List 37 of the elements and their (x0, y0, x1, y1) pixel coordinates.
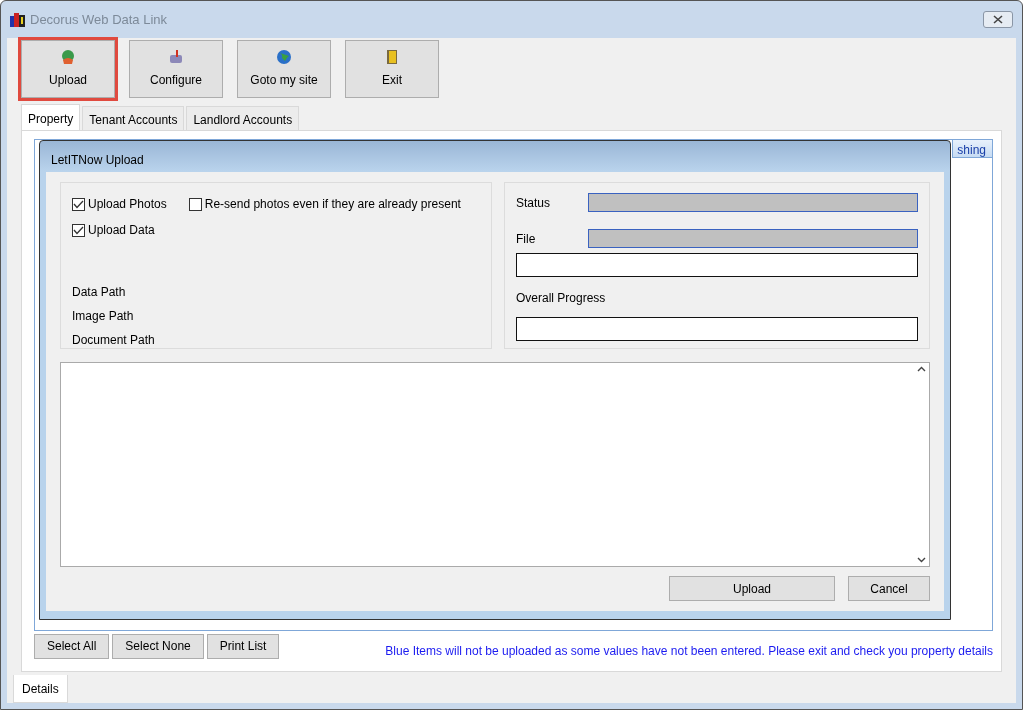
path-label: Document Path (72, 332, 155, 349)
column-header[interactable]: shing (952, 140, 992, 158)
scroll-down-icon[interactable] (916, 557, 926, 563)
scroll-up-icon[interactable] (916, 366, 926, 372)
tab[interactable]: Property (21, 104, 81, 130)
tab[interactable]: Landlord Accounts (186, 106, 300, 130)
toolbar-button[interactable]: Configure (129, 40, 223, 98)
path-label: Image Path (72, 308, 134, 325)
mailbox-icon (168, 49, 184, 65)
check-icon (73, 199, 84, 209)
dialog-button[interactable]: Upload (669, 576, 835, 601)
toolbar-button[interactable]: Upload (21, 40, 115, 98)
app-icon (10, 12, 26, 28)
globe-icon (276, 49, 292, 65)
checkbox[interactable]: Upload Photos (72, 195, 167, 213)
toolbar-button[interactable]: Goto my site (237, 40, 331, 98)
checkbox[interactable]: Upload Data (72, 221, 155, 239)
dialog-title: LetITNow Upload (50, 152, 145, 169)
window-title: Decorus Web Data Link (30, 10, 168, 29)
door-icon (385, 49, 399, 65)
check-icon (73, 225, 84, 235)
list-button[interactable]: Select All (34, 633, 110, 659)
notice-text: Blue Items will not be uploaded as some values have not been entered. Please exit and check you property details (385, 643, 993, 660)
path-label: Data Path (72, 284, 126, 301)
tab[interactable]: Details (13, 675, 68, 703)
list-button[interactable]: Select None (112, 633, 204, 659)
dialog-button[interactable]: Cancel (848, 576, 930, 601)
globe-icon (60, 49, 76, 65)
checkbox[interactable]: Re-send photos even if they are already present (188, 195, 461, 213)
field-label: Overall Progress (516, 290, 606, 307)
toolbar-button[interactable]: Exit (345, 40, 439, 98)
list-button[interactable]: Print List (206, 633, 280, 659)
tab[interactable]: Tenant Accounts (82, 106, 185, 130)
field-label: File (516, 230, 537, 248)
close-icon (993, 15, 1003, 24)
field-label: Status (516, 194, 552, 212)
close-button[interactable] (983, 11, 1013, 28)
